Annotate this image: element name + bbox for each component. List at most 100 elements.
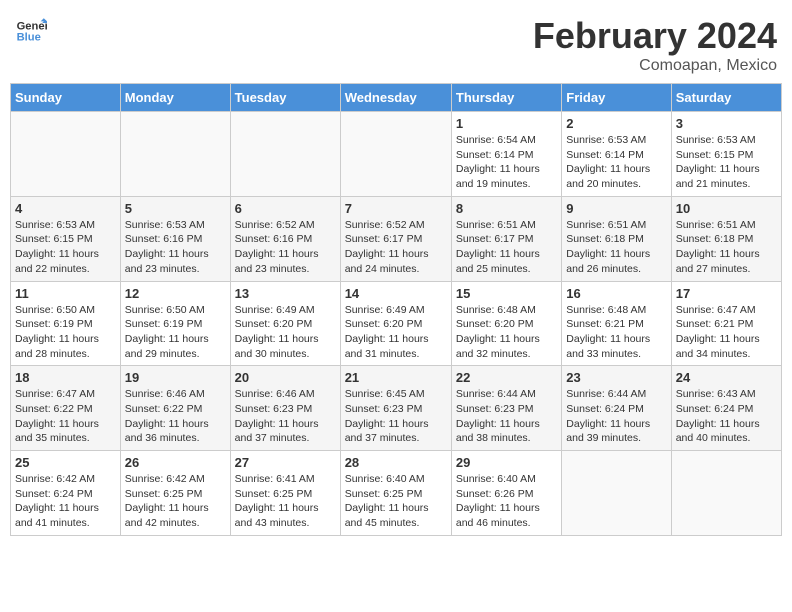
calendar-day-cell: 24 Sunrise: 6:43 AMSunset: 6:24 PMDayligh… [671, 366, 781, 451]
svg-text:Blue: Blue [17, 32, 41, 44]
day-info: Sunrise: 6:48 AMSunset: 6:21 PMDaylight:… [566, 303, 666, 362]
calendar-day-cell: 8Sunrise: 6:51 AMSunset: 6:17 PMDaylight… [451, 196, 561, 281]
day-number: 9 [566, 201, 666, 216]
day-number: 10 [676, 201, 777, 216]
day-number: 22 [456, 370, 557, 385]
day-info: Sunrise: 6:44 AMSunset: 6:23 PMDaylight:… [456, 387, 557, 446]
day-number: 28 [345, 455, 447, 470]
day-info: Sunrise: 6:45 AMSunset: 6:23 PMDaylight:… [345, 387, 447, 446]
day-info: Sunrise: 6:54 AMSunset: 6:14 PMDaylight:… [456, 133, 557, 192]
calendar-day-cell [671, 451, 781, 536]
calendar-day-cell: 28 Sunrise: 6:40 AMSunset: 6:25 PMDayligh… [340, 451, 451, 536]
calendar-day-cell: 2 Sunrise: 6:53 AMSunset: 6:14 PMDaylight… [562, 112, 671, 197]
calendar-day-cell: 14 Sunrise: 6:49 AMSunset: 6:20 PMDayligh… [340, 281, 451, 366]
location-subtitle: Comoapan, Mexico [533, 57, 777, 75]
day-of-week-header: Friday [562, 84, 671, 112]
page-header: General Blue February 2024 Comoapan, Mex… [10, 10, 782, 75]
calendar-week-row: 18 Sunrise: 6:47 AMSunset: 6:22 PMDayligh… [11, 366, 782, 451]
day-number: 18 [15, 370, 116, 385]
day-number: 21 [345, 370, 447, 385]
calendar-day-cell [230, 112, 340, 197]
day-info: Sunrise: 6:51 AMSunset: 6:18 PMDaylight:… [676, 218, 777, 277]
calendar-day-cell [340, 112, 451, 197]
day-info: Sunrise: 6:47 AMSunset: 6:21 PMDaylight:… [676, 303, 777, 362]
svg-text:General: General [17, 20, 47, 32]
day-info: Sunrise: 6:53 AMSunset: 6:15 PMDaylight:… [15, 218, 116, 277]
day-of-week-header: Saturday [671, 84, 781, 112]
day-number: 12 [125, 286, 226, 301]
calendar-day-cell [120, 112, 230, 197]
day-number: 25 [15, 455, 116, 470]
calendar-day-cell: 25 Sunrise: 6:42 AMSunset: 6:24 PMDayligh… [11, 451, 121, 536]
day-number: 5 [125, 201, 226, 216]
day-info: Sunrise: 6:50 AMSunset: 6:19 PMDaylight:… [15, 303, 116, 362]
calendar-day-cell: 20Sunrise: 6:46 AMSunset: 6:23 PMDayligh… [230, 366, 340, 451]
calendar-week-row: 4 Sunrise: 6:53 AMSunset: 6:15 PMDaylight… [11, 196, 782, 281]
day-info: Sunrise: 6:52 AMSunset: 6:16 PMDaylight:… [235, 218, 336, 277]
day-info: Sunrise: 6:43 AMSunset: 6:24 PMDaylight:… [676, 387, 777, 446]
calendar-day-cell: 9 Sunrise: 6:51 AMSunset: 6:18 PMDaylight… [562, 196, 671, 281]
day-info: Sunrise: 6:48 AMSunset: 6:20 PMDaylight:… [456, 303, 557, 362]
day-of-week-header: Monday [120, 84, 230, 112]
day-number: 6 [235, 201, 336, 216]
day-info: Sunrise: 6:50 AMSunset: 6:19 PMDaylight:… [125, 303, 226, 362]
day-number: 14 [345, 286, 447, 301]
calendar-week-row: 25 Sunrise: 6:42 AMSunset: 6:24 PMDayligh… [11, 451, 782, 536]
day-of-week-header: Thursday [451, 84, 561, 112]
calendar-day-cell: 19Sunrise: 6:46 AMSunset: 6:22 PMDayligh… [120, 366, 230, 451]
day-info: Sunrise: 6:44 AMSunset: 6:24 PMDaylight:… [566, 387, 666, 446]
day-info: Sunrise: 6:47 AMSunset: 6:22 PMDaylight:… [15, 387, 116, 446]
calendar-header-row: SundayMondayTuesdayWednesdayThursdayFrid… [11, 84, 782, 112]
day-info: Sunrise: 6:53 AMSunset: 6:14 PMDaylight:… [566, 133, 666, 192]
day-of-week-header: Wednesday [340, 84, 451, 112]
calendar-day-cell: 7 Sunrise: 6:52 AMSunset: 6:17 PMDaylight… [340, 196, 451, 281]
day-number: 4 [15, 201, 116, 216]
day-info: Sunrise: 6:46 AMSunset: 6:23 PMDaylight:… [235, 387, 336, 446]
day-info: Sunrise: 6:49 AMSunset: 6:20 PMDaylight:… [345, 303, 447, 362]
calendar-day-cell: 27Sunrise: 6:41 AMSunset: 6:25 PMDayligh… [230, 451, 340, 536]
day-info: Sunrise: 6:51 AMSunset: 6:17 PMDaylight:… [456, 218, 557, 277]
day-number: 7 [345, 201, 447, 216]
calendar-day-cell: 1 Sunrise: 6:54 AMSunset: 6:14 PMDaylight… [451, 112, 561, 197]
day-info: Sunrise: 6:46 AMSunset: 6:22 PMDaylight:… [125, 387, 226, 446]
calendar-day-cell [11, 112, 121, 197]
calendar-week-row: 11 Sunrise: 6:50 AMSunset: 6:19 PMDayligh… [11, 281, 782, 366]
calendar-day-cell: 26Sunrise: 6:42 AMSunset: 6:25 PMDayligh… [120, 451, 230, 536]
calendar-day-cell: 3Sunrise: 6:53 AMSunset: 6:15 PMDaylight… [671, 112, 781, 197]
calendar-day-cell: 16 Sunrise: 6:48 AMSunset: 6:21 PMDayligh… [562, 281, 671, 366]
calendar-day-cell [562, 451, 671, 536]
day-number: 27 [235, 455, 336, 470]
day-info: Sunrise: 6:42 AMSunset: 6:24 PMDaylight:… [15, 472, 116, 531]
month-title: February 2024 [533, 15, 777, 57]
day-info: Sunrise: 6:51 AMSunset: 6:18 PMDaylight:… [566, 218, 666, 277]
day-number: 29 [456, 455, 557, 470]
day-info: Sunrise: 6:53 AMSunset: 6:16 PMDaylight:… [125, 218, 226, 277]
day-number: 2 [566, 116, 666, 131]
day-number: 26 [125, 455, 226, 470]
calendar-day-cell: 12 Sunrise: 6:50 AMSunset: 6:19 PMDayligh… [120, 281, 230, 366]
day-info: Sunrise: 6:49 AMSunset: 6:20 PMDaylight:… [235, 303, 336, 362]
calendar-day-cell: 13Sunrise: 6:49 AMSunset: 6:20 PMDayligh… [230, 281, 340, 366]
day-number: 15 [456, 286, 557, 301]
calendar-day-cell: 11 Sunrise: 6:50 AMSunset: 6:19 PMDayligh… [11, 281, 121, 366]
day-number: 11 [15, 286, 116, 301]
day-info: Sunrise: 6:52 AMSunset: 6:17 PMDaylight:… [345, 218, 447, 277]
title-area: February 2024 Comoapan, Mexico [533, 15, 777, 75]
day-number: 17 [676, 286, 777, 301]
day-number: 1 [456, 116, 557, 131]
calendar-day-cell: 10 Sunrise: 6:51 AMSunset: 6:18 PMDayligh… [671, 196, 781, 281]
calendar-table: SundayMondayTuesdayWednesdayThursdayFrid… [10, 83, 782, 536]
calendar-day-cell: 18 Sunrise: 6:47 AMSunset: 6:22 PMDayligh… [11, 366, 121, 451]
calendar-day-cell: 17 Sunrise: 6:47 AMSunset: 6:21 PMDayligh… [671, 281, 781, 366]
calendar-day-cell: 22 Sunrise: 6:44 AMSunset: 6:23 PMDayligh… [451, 366, 561, 451]
day-number: 16 [566, 286, 666, 301]
day-info: Sunrise: 6:40 AMSunset: 6:25 PMDaylight:… [345, 472, 447, 531]
day-info: Sunrise: 6:40 AMSunset: 6:26 PMDaylight:… [456, 472, 557, 531]
day-number: 24 [676, 370, 777, 385]
calendar-day-cell: 21 Sunrise: 6:45 AMSunset: 6:23 PMDayligh… [340, 366, 451, 451]
calendar-day-cell: 4 Sunrise: 6:53 AMSunset: 6:15 PMDaylight… [11, 196, 121, 281]
calendar-week-row: 1 Sunrise: 6:54 AMSunset: 6:14 PMDaylight… [11, 112, 782, 197]
day-of-week-header: Sunday [11, 84, 121, 112]
day-of-week-header: Tuesday [230, 84, 340, 112]
calendar-day-cell: 23Sunrise: 6:44 AMSunset: 6:24 PMDayligh… [562, 366, 671, 451]
